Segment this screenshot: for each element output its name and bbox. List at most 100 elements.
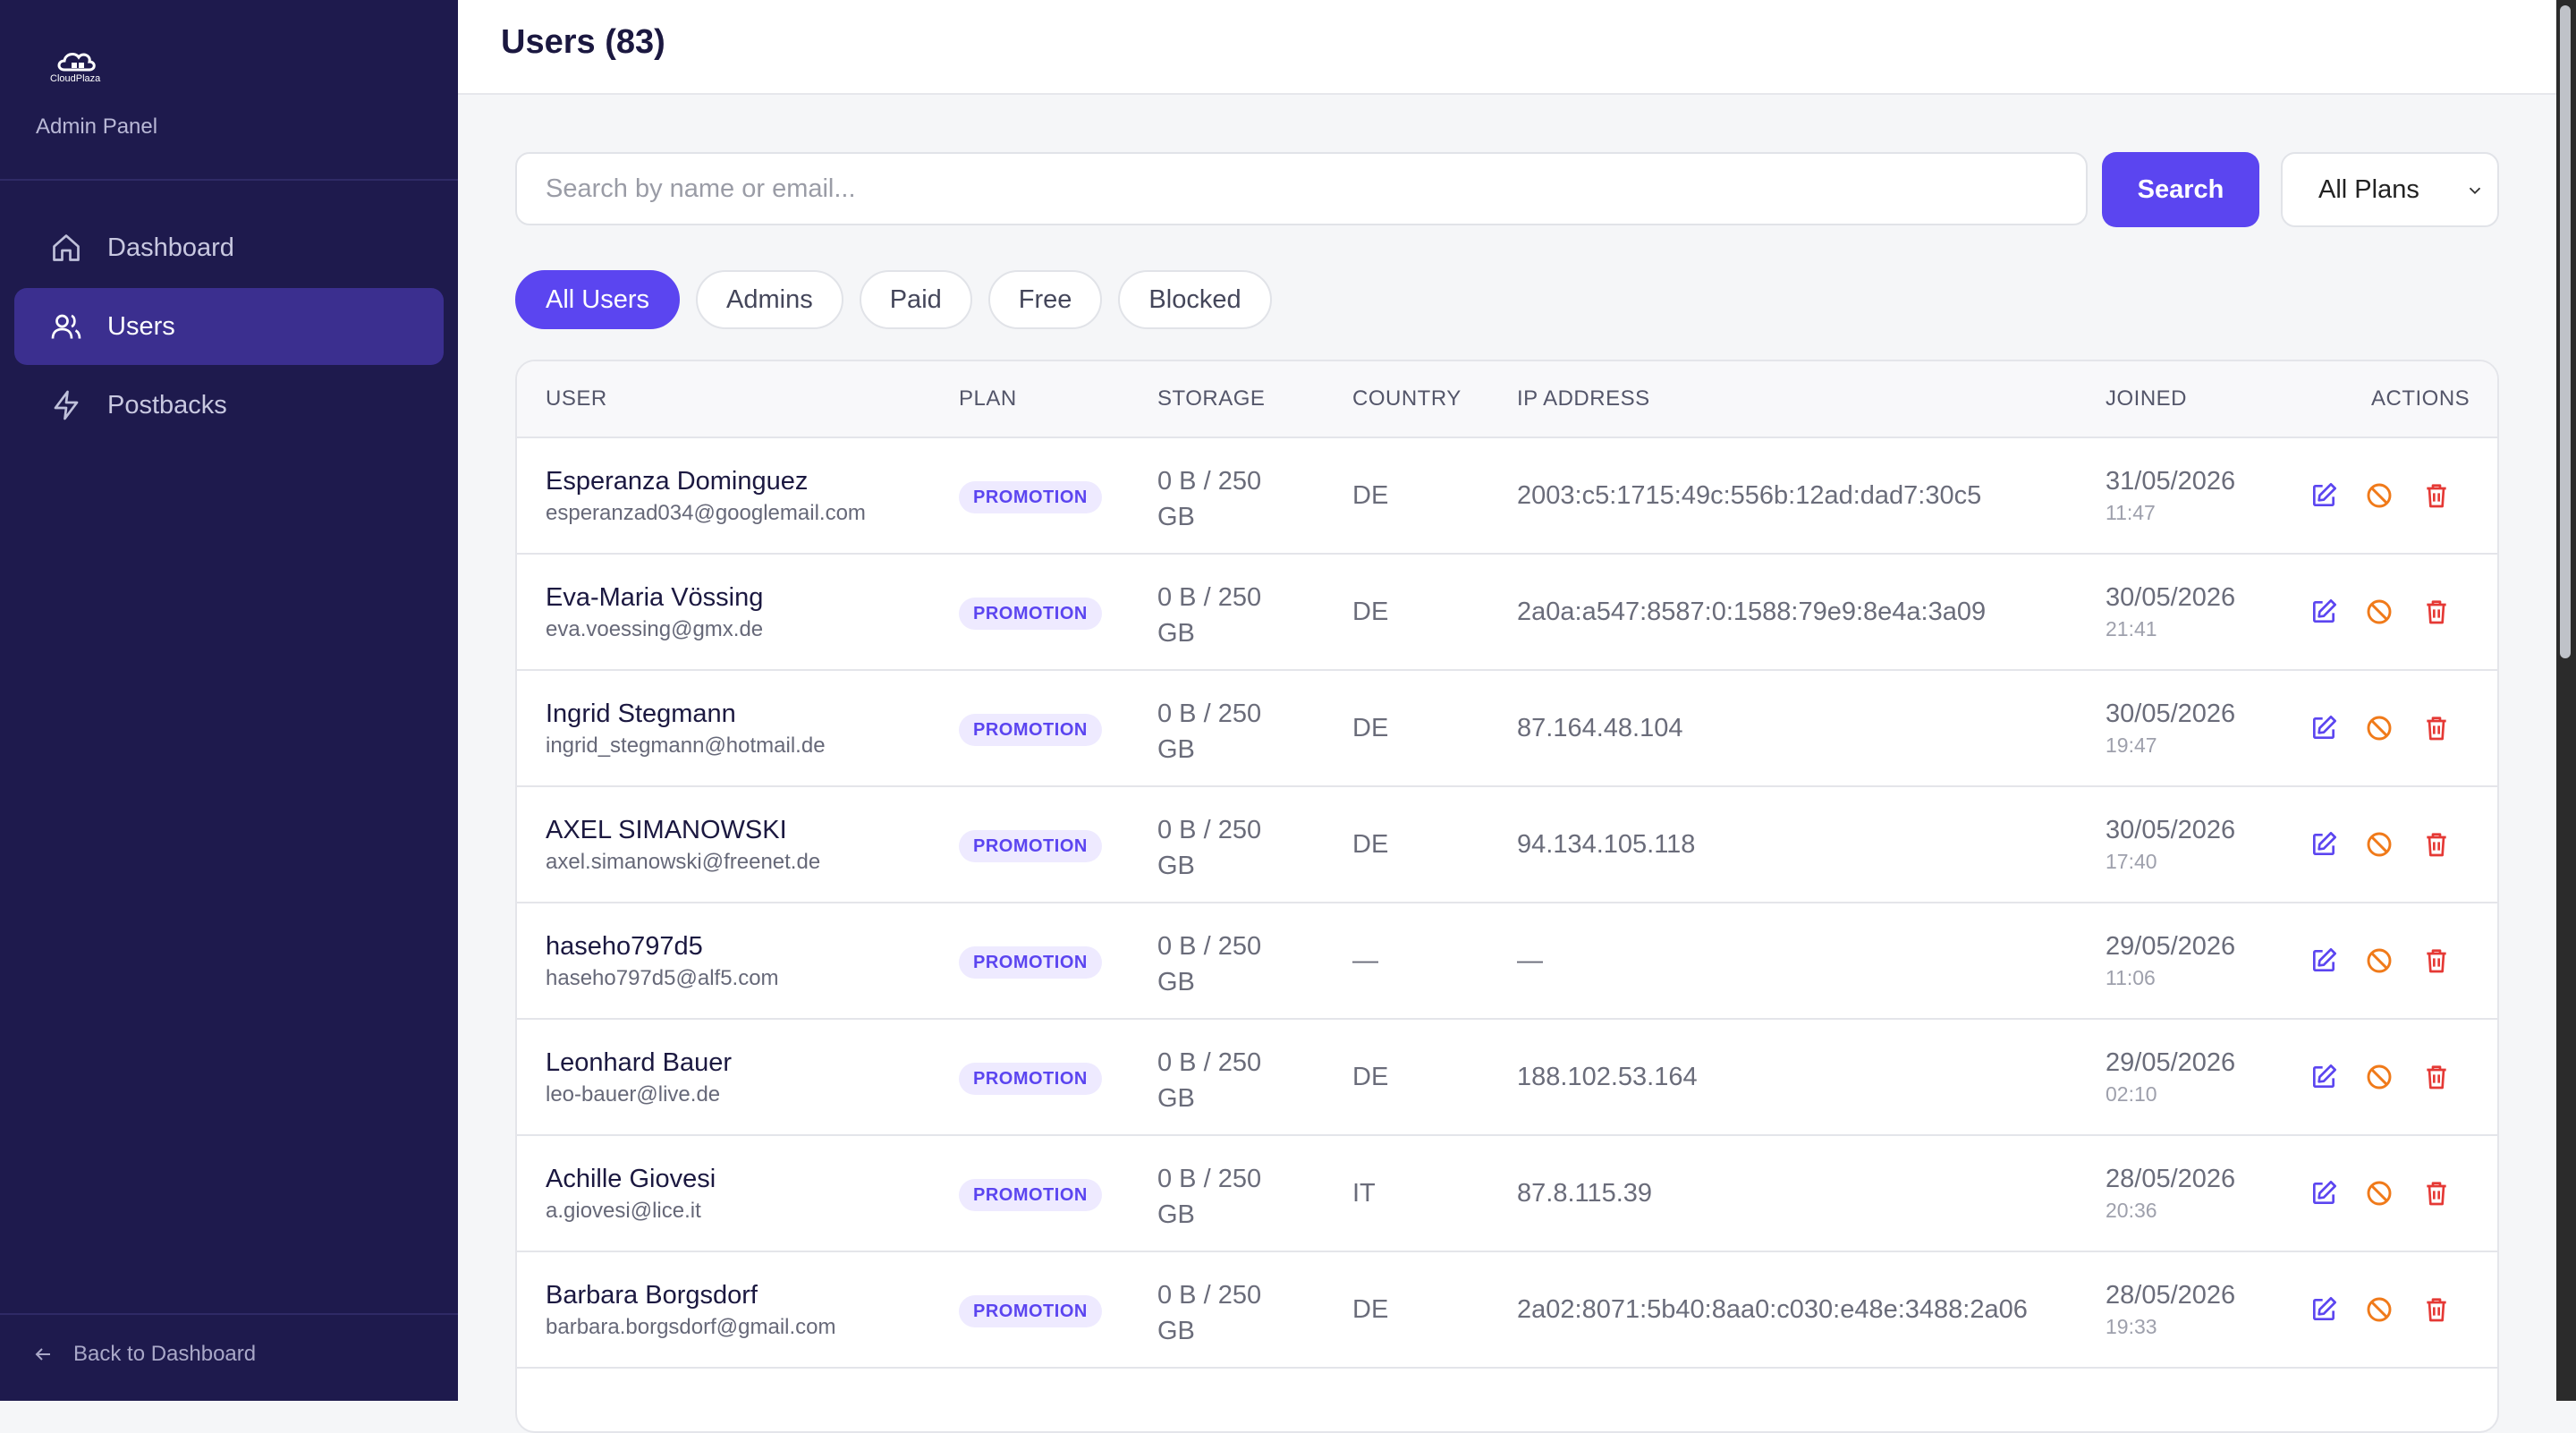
trash-icon[interactable] <box>2422 714 2451 742</box>
sidebar-item-label: Postbacks <box>107 390 227 420</box>
block-icon[interactable] <box>2365 946 2394 975</box>
search-button[interactable]: Search <box>2102 152 2259 227</box>
trash-icon[interactable] <box>2422 946 2451 975</box>
edit-icon[interactable] <box>2309 481 2338 510</box>
sidebar-item-users[interactable]: Users <box>14 288 444 365</box>
joined-time: 20:36 <box>2106 1199 2157 1222</box>
joined-date: 29/05/2026 <box>2106 932 2236 961</box>
country-code: DE <box>1352 830 1389 859</box>
user-email: haseho797d5@alf5.com <box>546 966 779 990</box>
user-email: eva.voessing@gmx.de <box>546 617 764 641</box>
trash-icon[interactable] <box>2422 830 2451 859</box>
joined-time: 19:33 <box>2106 1315 2157 1338</box>
sidebar-bottom-divider <box>0 1313 458 1315</box>
tab-admins[interactable]: Admins <box>696 270 843 329</box>
plan-badge: PROMOTION <box>959 1295 1102 1327</box>
trash-icon[interactable] <box>2422 598 2451 626</box>
joined-time: 11:06 <box>2106 966 2156 989</box>
ip-address: 2003:c5:1715:49c:556b:12ad:dad7:30c5 <box>1517 481 1982 510</box>
joined-date: 28/05/2026 <box>2106 1281 2236 1310</box>
sidebar-item-dashboard[interactable]: Dashboard <box>14 209 444 286</box>
block-icon[interactable] <box>2365 481 2394 510</box>
edit-icon[interactable] <box>2309 830 2338 859</box>
trash-icon[interactable] <box>2422 481 2451 510</box>
table-header: USER PLAN STORAGE COUNTRY IP ADDRESS JOI… <box>517 361 2497 438</box>
sidebar-divider <box>0 179 458 181</box>
country-code: DE <box>1352 714 1389 742</box>
sidebar-item-label: Users <box>107 311 175 341</box>
back-to-dashboard-link[interactable]: Back to Dashboard <box>32 1342 256 1367</box>
block-icon[interactable] <box>2365 714 2394 742</box>
table-row: Eva-Maria Vössing eva.voessing@gmx.de PR… <box>517 555 2497 671</box>
page-title: Users (83) <box>501 23 665 61</box>
plan-filter-value: All Plans <box>2318 174 2419 204</box>
user-name: Achille Giovesi <box>546 1165 716 1193</box>
block-icon[interactable] <box>2365 1295 2394 1324</box>
edit-icon[interactable] <box>2309 598 2338 626</box>
joined-time: 02:10 <box>2106 1082 2157 1106</box>
ip-address: — <box>1517 946 1543 975</box>
block-icon[interactable] <box>2365 598 2394 626</box>
table-row: AXEL SIMANOWSKI axel.simanowski@freenet.… <box>517 787 2497 903</box>
user-name: Esperanza Dominguez <box>546 467 809 496</box>
plan-badge: PROMOTION <box>959 481 1102 513</box>
edit-icon[interactable] <box>2309 714 2338 742</box>
chevron-down-icon <box>2465 181 2485 200</box>
column-header-actions: ACTIONS <box>2371 386 2470 411</box>
users-table: USER PLAN STORAGE COUNTRY IP ADDRESS JOI… <box>515 360 2499 1433</box>
joined-date: 28/05/2026 <box>2106 1165 2236 1193</box>
storage-usage: 0 B / 250 GB <box>1157 583 1262 648</box>
storage-usage: 0 B / 250 GB <box>1157 467 1262 531</box>
joined-date: 30/05/2026 <box>2106 816 2236 844</box>
storage-usage: 0 B / 250 GB <box>1157 816 1262 880</box>
plan-filter-select[interactable]: All Plans <box>2281 152 2499 227</box>
column-header-joined: JOINED <box>2106 386 2188 411</box>
joined-time: 17:40 <box>2106 850 2157 873</box>
plan-badge: PROMOTION <box>959 1179 1102 1211</box>
storage-usage: 0 B / 250 GB <box>1157 932 1262 996</box>
arrow-left-icon <box>32 1344 54 1365</box>
joined-time: 21:41 <box>2106 617 2157 640</box>
country-code: DE <box>1352 598 1389 626</box>
ip-address: 94.134.105.118 <box>1517 830 1696 859</box>
user-name: Barbara Borgsdorf <box>546 1281 758 1310</box>
plan-badge: PROMOTION <box>959 598 1102 630</box>
sidebar-item-label: Dashboard <box>107 233 234 262</box>
column-header-plan: PLAN <box>959 386 1017 411</box>
tab-paid[interactable]: Paid <box>859 270 972 329</box>
block-icon[interactable] <box>2365 830 2394 859</box>
edit-icon[interactable] <box>2309 1295 2338 1324</box>
user-email: axel.simanowski@freenet.de <box>546 850 821 874</box>
cloud-logo-icon <box>57 53 96 72</box>
table-row: Achille Giovesi a.giovesi@lice.it PROMOT… <box>517 1136 2497 1252</box>
trash-icon[interactable] <box>2422 1295 2451 1324</box>
edit-icon[interactable] <box>2309 1179 2338 1208</box>
table-row: Ingrid Stegmann ingrid_stegmann@hotmail.… <box>517 671 2497 787</box>
sidebar-item-postbacks[interactable]: Postbacks <box>14 367 444 444</box>
plan-badge: PROMOTION <box>959 1063 1102 1095</box>
tab-all-users[interactable]: All Users <box>515 270 681 329</box>
trash-icon[interactable] <box>2422 1063 2451 1091</box>
column-header-storage: STORAGE <box>1157 386 1266 411</box>
edit-icon[interactable] <box>2309 946 2338 975</box>
tab-blocked[interactable]: Blocked <box>1118 270 1272 329</box>
storage-usage: 0 B / 250 GB <box>1157 1281 1262 1345</box>
table-row: Barbara Borgsdorf barbara.borgsdorf@gmai… <box>517 1252 2497 1369</box>
trash-icon[interactable] <box>2422 1179 2451 1208</box>
search-input[interactable] <box>515 152 2088 225</box>
tab-free[interactable]: Free <box>987 270 1103 329</box>
country-code: IT <box>1352 1179 1376 1208</box>
country-code: DE <box>1352 481 1389 510</box>
table-body: Esperanza Dominguez esperanzad034@google… <box>517 438 2497 1369</box>
joined-time: 11:47 <box>2106 501 2156 524</box>
ip-address: 2a0a:a547:8587:0:1588:79e9:8e4a:3a09 <box>1517 598 1987 626</box>
storage-usage: 0 B / 250 GB <box>1157 1048 1262 1113</box>
scrollbar-thumb[interactable] <box>2560 5 2571 658</box>
block-icon[interactable] <box>2365 1063 2394 1091</box>
block-icon[interactable] <box>2365 1179 2394 1208</box>
topbar: Users (83) <box>458 0 2556 95</box>
user-name: haseho797d5 <box>546 932 703 961</box>
storage-usage: 0 B / 250 GB <box>1157 700 1262 764</box>
storage-usage: 0 B / 250 GB <box>1157 1165 1262 1229</box>
edit-icon[interactable] <box>2309 1063 2338 1091</box>
